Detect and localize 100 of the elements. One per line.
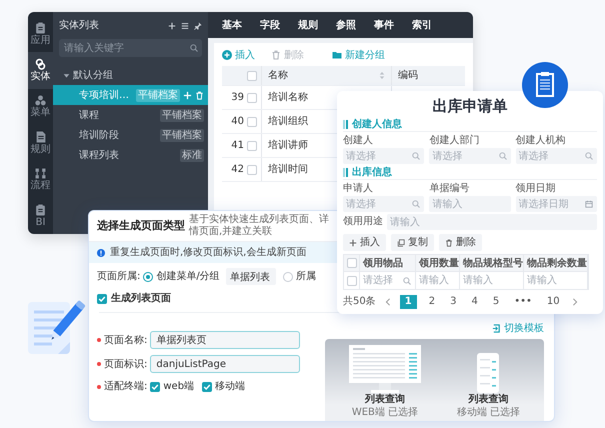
page-button[interactable]: 5 <box>490 294 502 308</box>
calendar-icon <box>585 200 593 208</box>
total-count: 共50条 <box>343 294 376 309</box>
field-label: 创建人部门 <box>429 135 480 147</box>
checkbox[interactable] <box>247 70 257 80</box>
sidebar-item[interactable]: 菜单 <box>28 88 53 125</box>
form-title: 出库申请单 <box>432 96 508 116</box>
checkbox[interactable] <box>346 276 356 286</box>
table-cell-text: 培训名称 <box>268 90 308 105</box>
table-cell-text: 培训组织 <box>268 114 308 129</box>
select-field[interactable]: 请选择 <box>429 148 511 164</box>
tab[interactable]: 参照 <box>336 18 356 32</box>
select-field[interactable]: 请选择 <box>516 148 597 164</box>
form-button[interactable]: 复制 <box>391 234 434 251</box>
sidebar-item[interactable]: 规则 <box>28 124 53 162</box>
page-button[interactable]: 3 <box>447 294 460 308</box>
sidebar-item[interactable]: 实体 <box>28 52 53 89</box>
template-status: WEB端 已选择 <box>352 407 418 419</box>
input-field[interactable]: danjuListPage <box>150 355 300 373</box>
plus-icon[interactable] <box>349 238 357 246</box>
tree-item[interactable]: 课程列表 标准 <box>53 145 208 165</box>
field-label: 创建人 <box>343 135 374 147</box>
radio-button[interactable] <box>143 272 154 282</box>
section-bar-icon <box>343 120 348 128</box>
panel-title: 实体列表 <box>59 18 100 33</box>
previous-page-icon[interactable] <box>384 298 391 306</box>
tree-group-label[interactable]: 默认分组 <box>73 68 113 82</box>
sidebar-item[interactable]: 流程 <box>28 161 53 198</box>
field-label: 页面标识: <box>104 358 148 372</box>
sidebar-item[interactable]: 应用 <box>28 16 53 52</box>
field-label: 单据编号 <box>429 183 470 195</box>
caret-down-icon[interactable] <box>63 72 70 78</box>
field-label: 申请人 <box>343 183 374 195</box>
checkbox[interactable] <box>97 294 107 304</box>
input-field[interactable]: 请输入 <box>429 196 511 212</box>
checkbox-label: 生成列表页面 <box>111 292 171 306</box>
swap-icon <box>492 324 501 333</box>
tab[interactable]: 规则 <box>298 18 318 32</box>
input-field[interactable]: 单据列表 <box>226 268 276 285</box>
copy-icon[interactable] <box>397 238 405 246</box>
tab[interactable]: 字段 <box>260 18 280 32</box>
search-icon <box>403 276 411 284</box>
tree-item-label: 培训阶段 <box>79 128 120 142</box>
notice-text: 重复生成页面时,修改页面标识,会生成新页面 <box>110 246 306 260</box>
check-icon <box>203 382 212 390</box>
date-field[interactable]: 请选择日期 <box>516 196 597 212</box>
page-button[interactable]: ••• <box>511 294 535 308</box>
select-field[interactable]: 请选择 <box>343 148 424 164</box>
list-icon[interactable] <box>181 22 189 30</box>
section-bar-icon <box>343 168 348 176</box>
sidebar-item[interactable]: BI <box>28 198 53 234</box>
template-title: 列表查询 <box>468 394 508 406</box>
trash-icon[interactable] <box>445 238 453 246</box>
field-label: 页面名称: <box>104 334 148 348</box>
checkbox[interactable] <box>346 258 356 268</box>
checkbox[interactable] <box>247 116 257 126</box>
checkbox[interactable] <box>202 382 212 392</box>
checkbox[interactable] <box>247 140 257 150</box>
template-title: 列表查询 <box>364 394 405 406</box>
tab[interactable]: 索引 <box>412 18 432 32</box>
three-circles-icon <box>35 95 46 106</box>
row-number: 41 <box>231 139 244 153</box>
next-page-icon[interactable] <box>572 298 578 306</box>
pin-icon[interactable] <box>194 22 202 30</box>
section-title: 创建人信息 <box>352 118 402 132</box>
checkbox[interactable] <box>247 164 257 174</box>
column-header: 编码 <box>398 70 418 81</box>
input-field[interactable]: 请输入 <box>387 214 597 230</box>
form-button[interactable]: 删除 <box>439 234 482 251</box>
input-field[interactable]: 单据列表页 <box>150 331 300 349</box>
page-button[interactable]: 4 <box>468 294 481 308</box>
column-header: 领用物品 <box>360 255 416 272</box>
search-icon <box>412 152 420 160</box>
radio-button[interactable] <box>282 272 293 282</box>
search-field[interactable]: 请输入关键字 <box>59 39 202 57</box>
nodes-icon <box>35 168 46 179</box>
checkbox[interactable] <box>150 382 160 392</box>
check-icon <box>98 294 106 302</box>
rings-icon <box>35 58 46 70</box>
option-label: 所属 <box>296 270 316 284</box>
tab[interactable]: 基本 <box>222 18 242 32</box>
page-button[interactable]: 10 <box>544 294 563 308</box>
tree-item[interactable]: 课程 平铺档案 <box>53 105 208 125</box>
template-status: 移动端 已选择 <box>456 407 520 419</box>
tree-item[interactable]: 培训阶段 平铺档案 <box>53 125 208 145</box>
sort-icon[interactable] <box>379 71 385 80</box>
plus-circle-icon[interactable] <box>222 50 232 60</box>
folder-icon[interactable] <box>332 50 342 60</box>
document-icon <box>36 131 46 144</box>
tree-item-label: 课程列表 <box>79 148 120 162</box>
row-number: 42 <box>231 163 244 177</box>
select-field[interactable]: 请选择 <box>343 196 424 212</box>
option-label: 创建菜单/分组 <box>156 270 220 284</box>
row-number: 39 <box>231 91 244 105</box>
checkbox[interactable] <box>247 92 257 102</box>
tree-item-label: 课程 <box>79 108 100 122</box>
page-button[interactable]: 2 <box>426 294 438 308</box>
info-icon <box>97 248 105 256</box>
form-button[interactable]: 插入 <box>343 234 386 251</box>
tab[interactable]: 事件 <box>374 18 394 32</box>
